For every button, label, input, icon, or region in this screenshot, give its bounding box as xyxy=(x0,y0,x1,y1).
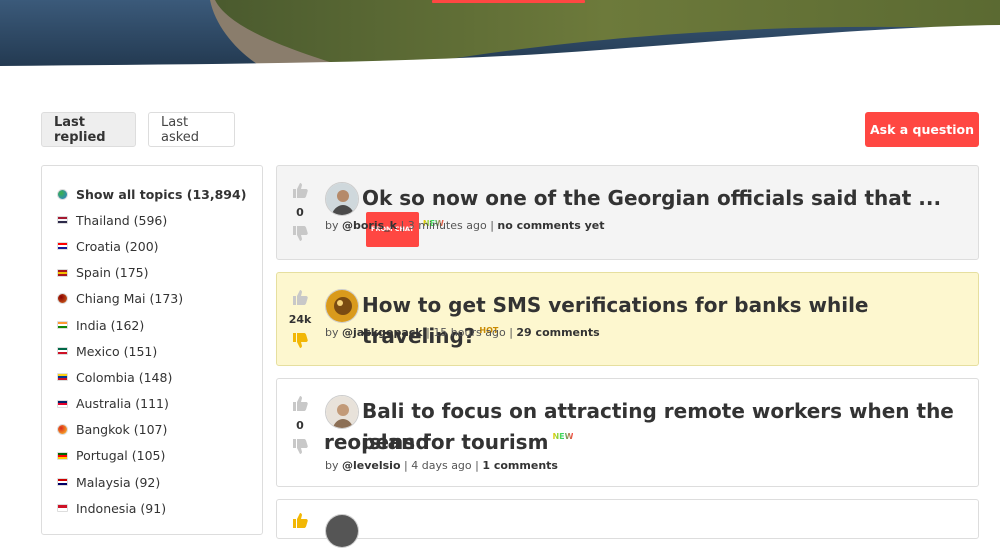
indonesia-flag xyxy=(57,504,68,513)
globe-icon xyxy=(57,188,68,200)
vote-widget: 0 xyxy=(289,180,311,244)
topic-label: Spain (175) xyxy=(76,265,149,281)
post-time: 3 minutes ago xyxy=(407,219,487,232)
by-label: by xyxy=(325,459,339,472)
vote-count: 0 xyxy=(296,418,304,432)
post-card: 0 Bali to focus on attracting remote wor… xyxy=(276,378,979,487)
topic-item[interactable]: Chiang Mai (173) xyxy=(42,286,262,312)
author-link[interactable]: @levelsio xyxy=(342,459,401,472)
topic-label: Mexico (151) xyxy=(76,343,158,359)
topic-item[interactable]: Mexico (151) xyxy=(42,338,262,364)
india-flag xyxy=(57,321,68,330)
spain-flag xyxy=(57,268,68,277)
vote-widget xyxy=(289,510,311,530)
topic-item[interactable]: Indonesia (91) xyxy=(42,495,262,521)
mexico-flag xyxy=(57,347,68,356)
post-title[interactable]: reopens for tourism NEW xyxy=(324,427,573,458)
post-meta: by @boris_k | 3 minutes ago | no comment… xyxy=(325,219,604,232)
post-meta: by @levelsio | 4 days ago | 1 comments xyxy=(325,459,558,472)
portugal-flag xyxy=(57,451,68,460)
topic-label: Croatia (200) xyxy=(76,238,159,254)
bangkok-icon xyxy=(57,424,68,436)
hero-banner xyxy=(0,0,1000,70)
separator: | xyxy=(400,219,405,232)
tab-last-replied[interactable]: Last replied xyxy=(41,112,136,147)
topic-show-all[interactable]: Show all topics (13,894) xyxy=(42,181,262,207)
ask-question-button[interactable]: Ask a question xyxy=(865,112,979,147)
avatar[interactable] xyxy=(325,289,359,323)
topic-item[interactable]: India (162) xyxy=(42,312,262,338)
comments-link[interactable]: 1 comments xyxy=(482,459,558,472)
thumbs-up-icon[interactable] xyxy=(290,393,310,413)
topics-sidebar: Show all topics (13,894) Thailand (596) Cr… xyxy=(41,165,263,535)
topic-item[interactable]: Colombia (148) xyxy=(42,364,262,390)
topic-label: Colombia (148) xyxy=(76,369,173,385)
topic-label: Australia (111) xyxy=(76,396,169,412)
croatia-flag xyxy=(57,242,68,251)
comments-link[interactable]: no comments yet xyxy=(497,219,604,232)
topic-label: Thailand (596) xyxy=(76,212,168,228)
avatar[interactable] xyxy=(325,182,359,216)
thumbs-up-icon[interactable] xyxy=(290,510,310,530)
author-link[interactable]: @boris_k xyxy=(342,219,397,232)
tab-last-asked[interactable]: Last asked xyxy=(148,112,235,147)
thumbs-down-icon[interactable] xyxy=(290,224,310,244)
separator: | xyxy=(426,326,430,339)
topic-label: Portugal (105) xyxy=(76,448,166,464)
topic-item[interactable]: Spain (175) xyxy=(42,260,262,286)
topic-item[interactable]: Malaysia (92) xyxy=(42,469,262,495)
avatar[interactable] xyxy=(325,395,359,429)
thumbs-up-icon[interactable] xyxy=(290,287,310,307)
avatar[interactable] xyxy=(325,514,359,548)
australia-flag xyxy=(57,399,68,408)
chiang-mai-icon xyxy=(57,293,68,305)
topic-label: Show all topics (13,894) xyxy=(76,186,247,202)
thailand-flag xyxy=(57,216,68,225)
separator: | xyxy=(475,459,479,472)
topic-item[interactable]: Australia (111) xyxy=(42,391,262,417)
separator: | xyxy=(509,326,513,339)
author-link[interactable]: @jackgopack xyxy=(342,326,423,339)
separator: | xyxy=(490,219,494,232)
topic-item[interactable]: Thailand (596) xyxy=(42,207,262,233)
post-title[interactable]: Ok so now one of the Georgian officials … xyxy=(362,183,978,249)
separator: | xyxy=(404,459,408,472)
malaysia-flag xyxy=(57,478,68,487)
comments-link[interactable]: 29 comments xyxy=(516,326,599,339)
post-card: 24k How to get SMS verifications for ban… xyxy=(276,272,979,366)
post-time: 4 days ago xyxy=(411,459,472,472)
by-label: by xyxy=(325,219,339,232)
thumbs-down-icon[interactable] xyxy=(290,437,310,457)
topic-item[interactable]: Portugal (105) xyxy=(42,443,262,469)
post-meta: by @jackgopack | 15 hours ago | 29 comme… xyxy=(325,326,600,339)
thumbs-down-icon[interactable] xyxy=(290,331,310,351)
topic-label: Indonesia (91) xyxy=(76,500,167,516)
by-label: by xyxy=(325,326,339,339)
post-title-text[interactable]: reopens for tourism xyxy=(324,430,548,454)
post-time: 15 hours ago xyxy=(433,326,506,339)
colombia-flag xyxy=(57,373,68,382)
vote-widget: 24k xyxy=(289,287,311,351)
vote-widget: 0 xyxy=(289,393,311,457)
topic-label: Malaysia (92) xyxy=(76,474,161,490)
vote-count: 0 xyxy=(296,205,304,219)
post-card xyxy=(276,499,979,548)
topic-label: Bangkok (107) xyxy=(76,422,168,438)
post-title-text[interactable]: How to get SMS verifications for banks w… xyxy=(362,293,869,348)
sort-tabs: Last replied Last asked xyxy=(41,112,235,147)
post-title-text[interactable]: Ok so now one of the Georgian officials … xyxy=(362,186,941,210)
post-card: 0 Ok so now one of the Georgian official… xyxy=(276,165,979,260)
vote-count: 24k xyxy=(288,312,312,326)
topic-item[interactable]: Bangkok (107) xyxy=(42,417,262,443)
topic-item[interactable]: Croatia (200) xyxy=(42,233,262,259)
topic-label: Chiang Mai (173) xyxy=(76,291,184,307)
new-badge: NEW xyxy=(552,421,573,452)
thumbs-up-icon[interactable] xyxy=(290,180,310,200)
topic-label: India (162) xyxy=(76,317,145,333)
post-title[interactable]: How to get SMS verifications for banks w… xyxy=(362,290,978,352)
